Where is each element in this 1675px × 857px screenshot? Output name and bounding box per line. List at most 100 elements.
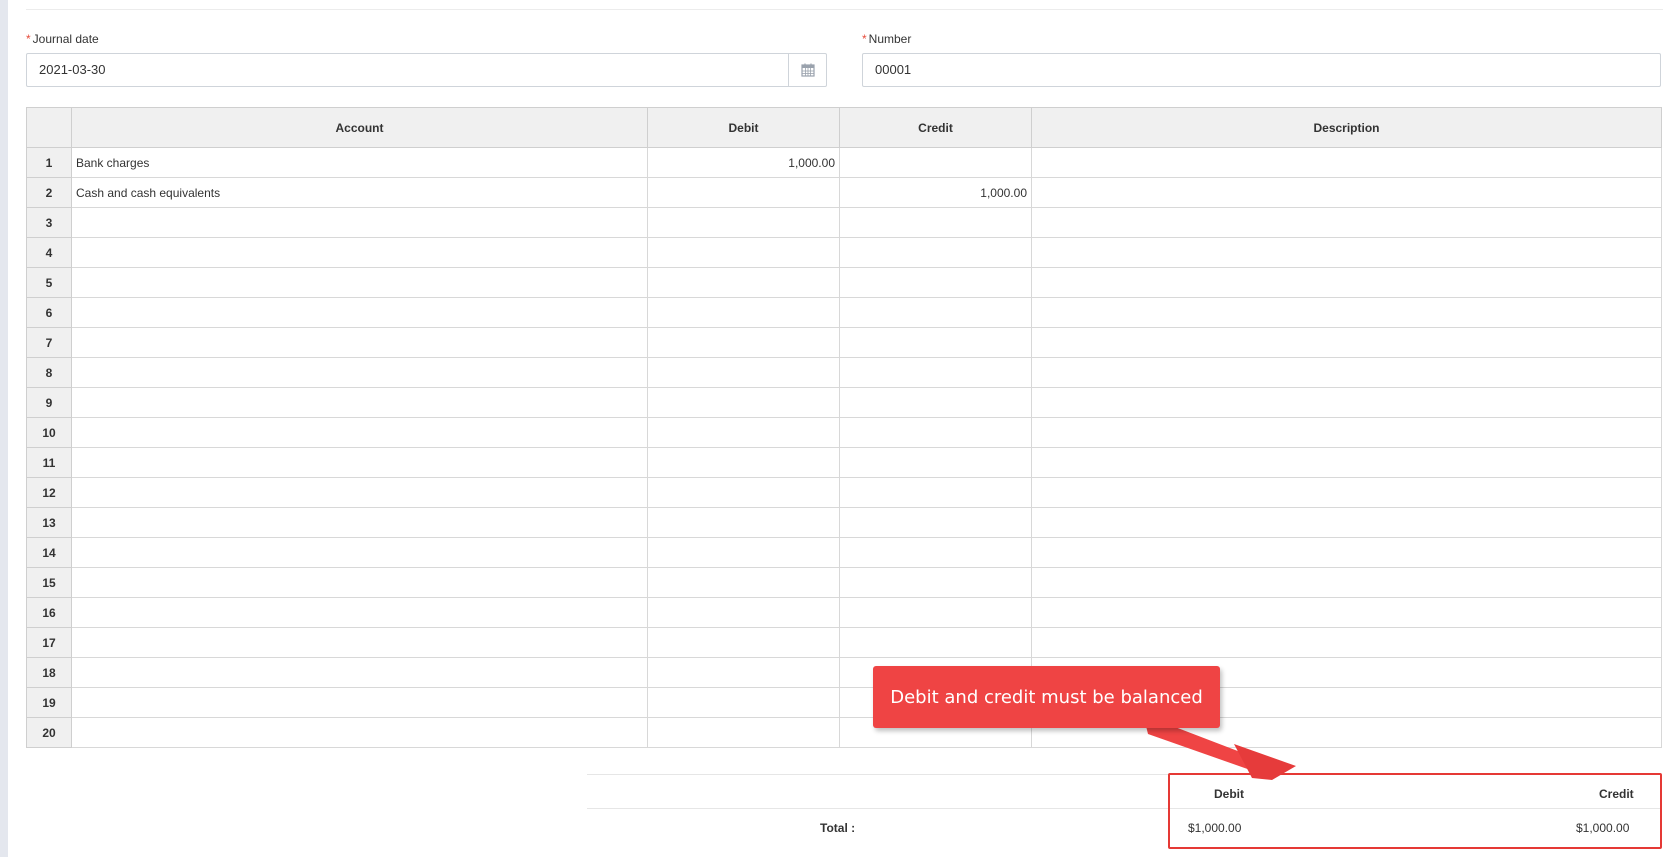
debit-cell[interactable] bbox=[647, 687, 840, 718]
description-cell[interactable] bbox=[1031, 237, 1662, 268]
table-row: 14 bbox=[26, 537, 1662, 568]
row-number-cell: 3 bbox=[26, 207, 72, 238]
account-cell[interactable] bbox=[71, 387, 648, 418]
credit-cell[interactable]: 1,000.00 bbox=[839, 177, 1032, 208]
debit-cell[interactable] bbox=[647, 477, 840, 508]
row-number-cell: 8 bbox=[26, 357, 72, 388]
table-row: 2 Cash and cash equivalents 1,000.00 bbox=[26, 177, 1662, 208]
debit-cell[interactable] bbox=[647, 657, 840, 688]
number-value: 00001 bbox=[875, 62, 912, 77]
debit-cell[interactable] bbox=[647, 327, 840, 358]
account-cell[interactable]: Cash and cash equivalents bbox=[71, 177, 648, 208]
account-cell[interactable] bbox=[71, 567, 648, 598]
account-cell[interactable] bbox=[71, 237, 648, 268]
debit-cell[interactable] bbox=[647, 207, 840, 238]
description-cell[interactable] bbox=[1031, 417, 1662, 448]
table-row: 19 bbox=[26, 687, 1662, 718]
row-number-cell: 19 bbox=[26, 687, 72, 718]
number-input[interactable]: 00001 bbox=[862, 53, 1661, 87]
debit-cell[interactable] bbox=[647, 447, 840, 478]
credit-cell[interactable] bbox=[839, 507, 1032, 538]
credit-cell[interactable] bbox=[839, 357, 1032, 388]
row-number-cell: 14 bbox=[26, 537, 72, 568]
credit-cell[interactable] bbox=[839, 147, 1032, 178]
account-cell[interactable] bbox=[71, 297, 648, 328]
credit-cell[interactable] bbox=[839, 387, 1032, 418]
row-number-cell: 20 bbox=[26, 717, 72, 748]
debit-cell[interactable] bbox=[647, 627, 840, 658]
debit-cell[interactable] bbox=[647, 357, 840, 388]
debit-cell[interactable] bbox=[647, 387, 840, 418]
description-cell[interactable] bbox=[1031, 387, 1662, 418]
account-cell[interactable]: Bank charges bbox=[71, 147, 648, 178]
debit-cell[interactable] bbox=[647, 597, 840, 628]
date-picker-button[interactable] bbox=[788, 54, 826, 86]
journal-lines-table: Account Debit Credit Description 1 Bank c… bbox=[26, 107, 1662, 748]
row-number-cell: 9 bbox=[26, 387, 72, 418]
description-cell[interactable] bbox=[1031, 357, 1662, 388]
description-cell[interactable] bbox=[1031, 147, 1662, 178]
credit-cell[interactable] bbox=[839, 537, 1032, 568]
journal-date-label-text: Journal date bbox=[32, 32, 99, 46]
debit-cell[interactable] bbox=[647, 297, 840, 328]
row-number-cell: 2 bbox=[26, 177, 72, 208]
number-label-text: Number bbox=[868, 32, 912, 46]
row-number-cell: 10 bbox=[26, 417, 72, 448]
credit-cell[interactable] bbox=[839, 567, 1032, 598]
debit-cell[interactable] bbox=[647, 237, 840, 268]
account-cell[interactable] bbox=[71, 597, 648, 628]
table-row: 15 bbox=[26, 567, 1662, 598]
account-cell[interactable] bbox=[71, 417, 648, 448]
account-cell[interactable] bbox=[71, 507, 648, 538]
description-cell[interactable] bbox=[1031, 627, 1662, 658]
credit-cell[interactable] bbox=[839, 477, 1032, 508]
account-cell[interactable] bbox=[71, 717, 648, 748]
debit-cell[interactable] bbox=[647, 717, 840, 748]
account-cell[interactable] bbox=[71, 537, 648, 568]
description-cell[interactable] bbox=[1031, 207, 1662, 238]
table-header-row: Account Debit Credit Description bbox=[26, 107, 1662, 148]
account-cell[interactable] bbox=[71, 447, 648, 478]
debit-cell[interactable]: 1,000.00 bbox=[647, 147, 840, 178]
description-cell[interactable] bbox=[1031, 567, 1662, 598]
debit-cell[interactable] bbox=[647, 567, 840, 598]
description-cell[interactable] bbox=[1031, 537, 1662, 568]
row-number-cell: 6 bbox=[26, 297, 72, 328]
credit-cell[interactable] bbox=[839, 207, 1032, 238]
credit-cell[interactable] bbox=[839, 627, 1032, 658]
description-cell[interactable] bbox=[1031, 447, 1662, 478]
description-cell[interactable] bbox=[1031, 597, 1662, 628]
top-divider bbox=[26, 9, 1663, 10]
credit-cell[interactable] bbox=[839, 267, 1032, 298]
description-cell[interactable] bbox=[1031, 297, 1662, 328]
account-cell[interactable] bbox=[71, 267, 648, 298]
credit-cell[interactable] bbox=[839, 447, 1032, 478]
description-cell[interactable] bbox=[1031, 477, 1662, 508]
account-cell[interactable] bbox=[71, 327, 648, 358]
description-cell[interactable] bbox=[1031, 267, 1662, 298]
account-cell[interactable] bbox=[71, 207, 648, 238]
debit-cell[interactable] bbox=[647, 507, 840, 538]
debit-cell[interactable] bbox=[647, 417, 840, 448]
table-row: 13 bbox=[26, 507, 1662, 538]
credit-cell[interactable] bbox=[839, 237, 1032, 268]
account-cell[interactable] bbox=[71, 657, 648, 688]
account-cell[interactable] bbox=[71, 477, 648, 508]
account-cell[interactable] bbox=[71, 357, 648, 388]
credit-cell[interactable] bbox=[839, 597, 1032, 628]
credit-cell[interactable] bbox=[839, 327, 1032, 358]
table-row: 18 bbox=[26, 657, 1662, 688]
debit-cell[interactable] bbox=[647, 267, 840, 298]
description-cell[interactable] bbox=[1031, 327, 1662, 358]
credit-cell[interactable] bbox=[839, 297, 1032, 328]
account-cell[interactable] bbox=[71, 627, 648, 658]
credit-cell[interactable] bbox=[839, 417, 1032, 448]
debit-cell[interactable] bbox=[647, 177, 840, 208]
description-cell[interactable] bbox=[1031, 507, 1662, 538]
debit-cell[interactable] bbox=[647, 537, 840, 568]
table-row: 16 bbox=[26, 597, 1662, 628]
description-cell[interactable] bbox=[1031, 177, 1662, 208]
account-cell[interactable] bbox=[71, 687, 648, 718]
annotation-text: Debit and credit must be balanced bbox=[890, 686, 1203, 708]
journal-date-input[interactable]: 2021-03-30 bbox=[26, 53, 827, 87]
